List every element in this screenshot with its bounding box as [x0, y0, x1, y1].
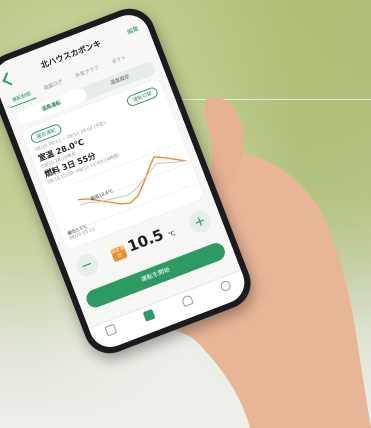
decrease-button[interactable]: − [72, 251, 102, 280]
setpoint-value: 10.5 [125, 225, 167, 256]
help-icon [218, 279, 232, 293]
setpoint-unit: ℃ [167, 229, 177, 239]
increase-button[interactable]: + [185, 207, 215, 237]
device-icon [142, 308, 156, 322]
bell-icon [180, 294, 194, 308]
menu-icon [104, 323, 118, 337]
photo-background: 北ハウスカボンキ 編集 運転制御 温度ログ 外気グラフ ダクト 温風運転 温度設… [0, 0, 371, 428]
setpoint-label: 設定温度 [110, 244, 128, 263]
tab-duct[interactable]: ダクト [106, 50, 132, 69]
change-mode-button[interactable]: 運転切替 [125, 85, 160, 108]
